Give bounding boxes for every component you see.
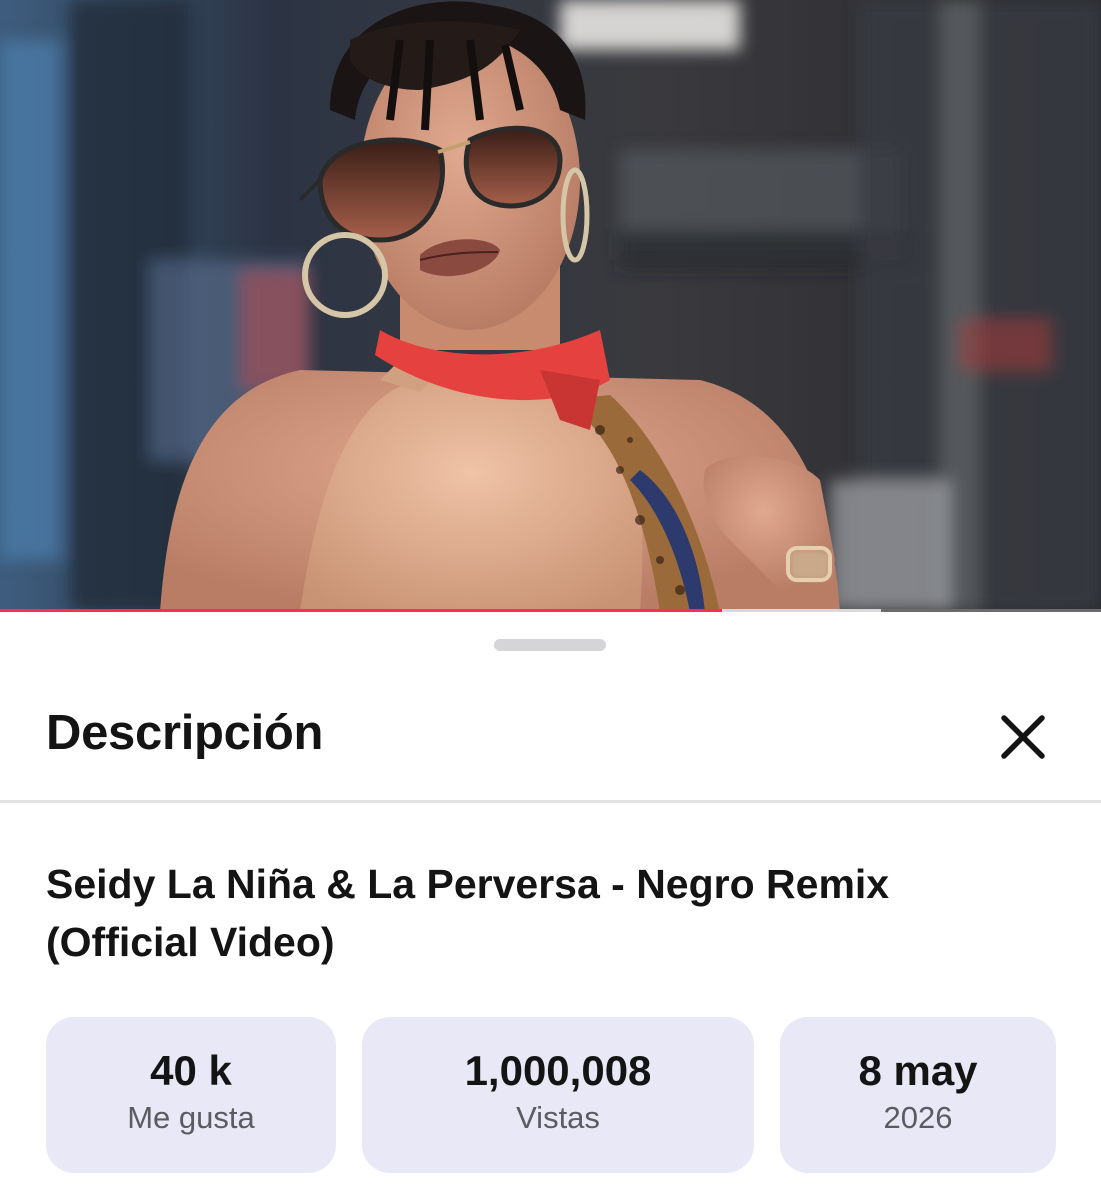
views-label: Vistas (516, 1100, 600, 1135)
video-progress-bar[interactable] (0, 609, 1101, 612)
sheet-drag-handle[interactable] (494, 639, 606, 651)
progress-played (0, 609, 723, 612)
publish-year: 2026 (883, 1100, 953, 1135)
date-card: 8 may 2026 (780, 1017, 1056, 1173)
stats-row: 40 k Me gusta 1,000,008 Vistas 8 may 202… (0, 1017, 1101, 1175)
sheet-title: Descripción (46, 706, 324, 760)
publish-date: 8 may (858, 1047, 978, 1094)
close-button[interactable] (996, 710, 1050, 764)
views-count: 1,000,008 (464, 1047, 652, 1094)
divider (0, 800, 1101, 803)
video-title: Seidy La Niña & La Perversa - Negro Remi… (46, 861, 890, 965)
description-sheet: Descripción Seidy La Niña & La Perversa … (0, 615, 1101, 1200)
likes-label: Me gusta (127, 1100, 255, 1135)
video-frame-image (0, 0, 1101, 612)
likes-count: 40 k (150, 1047, 232, 1094)
video-player[interactable] (0, 0, 1101, 612)
close-icon (1001, 715, 1045, 759)
likes-card: 40 k Me gusta (46, 1017, 336, 1173)
views-card: 1,000,008 Vistas (362, 1017, 754, 1173)
screen: Descripción Seidy La Niña & La Perversa … (0, 0, 1101, 1200)
